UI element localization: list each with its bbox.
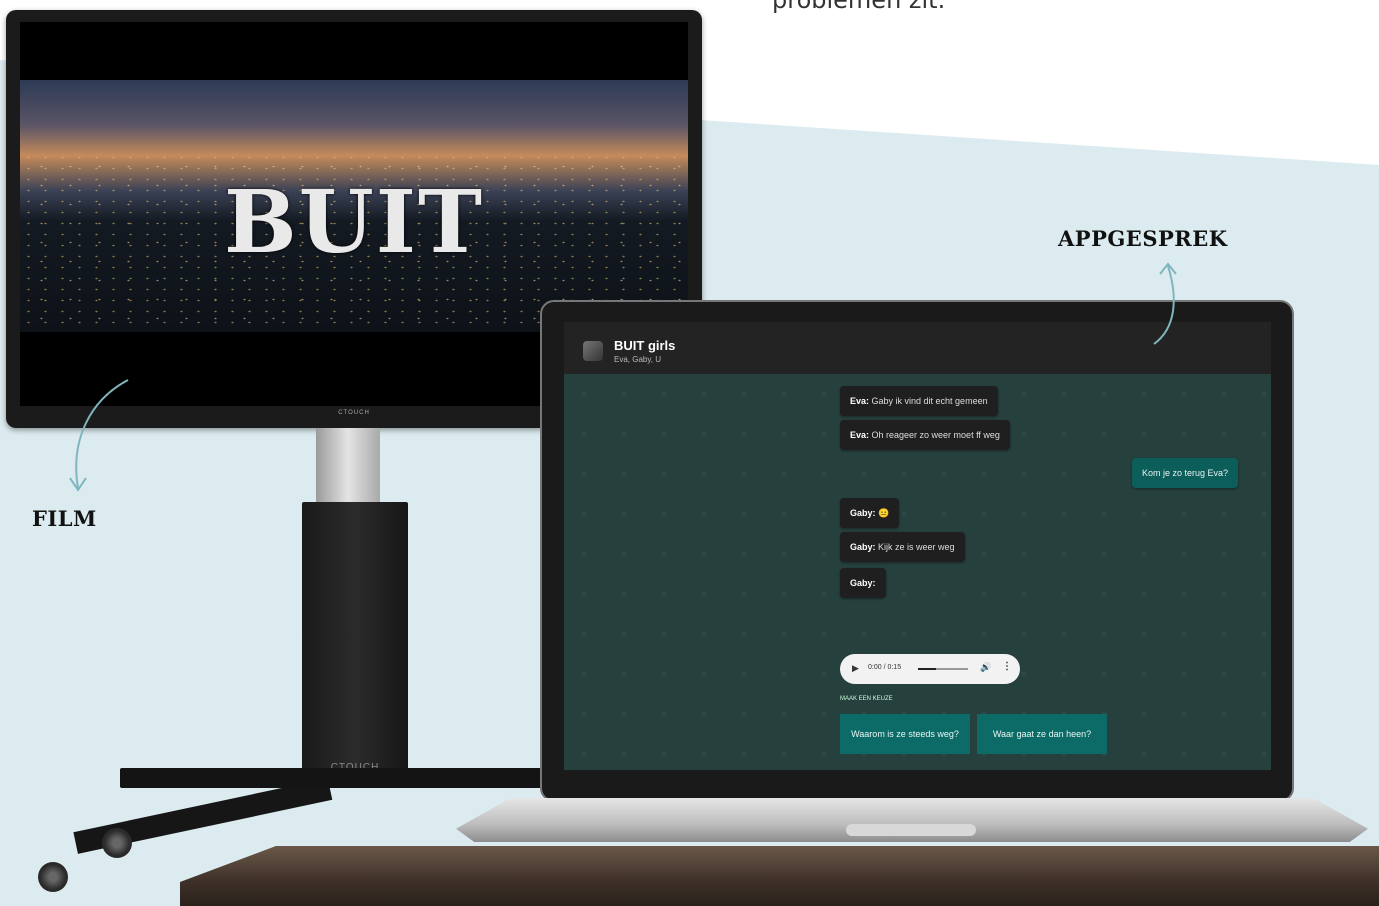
stand-wheel-icon: [102, 828, 132, 858]
stand-pole: [316, 428, 380, 502]
appgesprek-arrow-icon: [1153, 262, 1177, 345]
choice-label: MAAK EEN KEUZE: [840, 696, 893, 702]
laptop-notch: [846, 824, 976, 836]
laptop-screen: BUIT girls Eva, Gaby, U Eva: Gaby ik vin…: [564, 322, 1271, 770]
chat-message: Eva: Oh reageer zo weer moet ff weg: [840, 420, 1010, 450]
annotation-film: FILM: [32, 506, 97, 531]
annotation-appgesprek: APPGESPREK: [1058, 226, 1228, 251]
audio-progress-slider[interactable]: [918, 668, 968, 670]
intro-text: problemen zit.: [772, 0, 946, 14]
stand-base: [120, 768, 560, 788]
audio-player[interactable]: ▶ 0:00 / 0:15 🔊 ⋮: [840, 654, 1020, 684]
chat-body: Eva: Gaby ik vind dit echt gemeen Eva: O…: [564, 374, 1271, 770]
choice-button-waar[interactable]: Waar gaat ze dan heen?: [977, 714, 1107, 754]
table-surface: [180, 846, 1379, 906]
stand-wheel-icon: [38, 862, 68, 892]
play-icon[interactable]: ▶: [852, 663, 859, 674]
more-options-icon[interactable]: ⋮: [1002, 661, 1012, 672]
chat-message: Gaby: Kijk ze is weer weg: [840, 532, 965, 562]
audio-progress-fill: [918, 668, 936, 670]
group-avatar: [583, 341, 603, 361]
film-arrow-icon: [69, 379, 129, 492]
chat-message: Gaby:: [840, 568, 886, 598]
stand-column: CTOUCH: [302, 502, 408, 773]
choice-button-waarom[interactable]: Waarom is ze steeds weg?: [840, 714, 970, 754]
chat-message: Gaby: 😐: [840, 498, 900, 528]
volume-icon[interactable]: 🔊: [980, 662, 991, 673]
audio-time: 0:00 / 0:15: [868, 664, 902, 671]
chat-message-outgoing: Kom je zo terug Eva?: [1132, 458, 1239, 488]
film-title: BUIT: [224, 172, 484, 273]
chat-message: Eva: Gaby ik vind dit echt gemeen: [840, 386, 998, 416]
chat-group-name: BUIT girls: [614, 338, 676, 353]
chat-members: Eva, Gaby, U: [614, 355, 661, 364]
